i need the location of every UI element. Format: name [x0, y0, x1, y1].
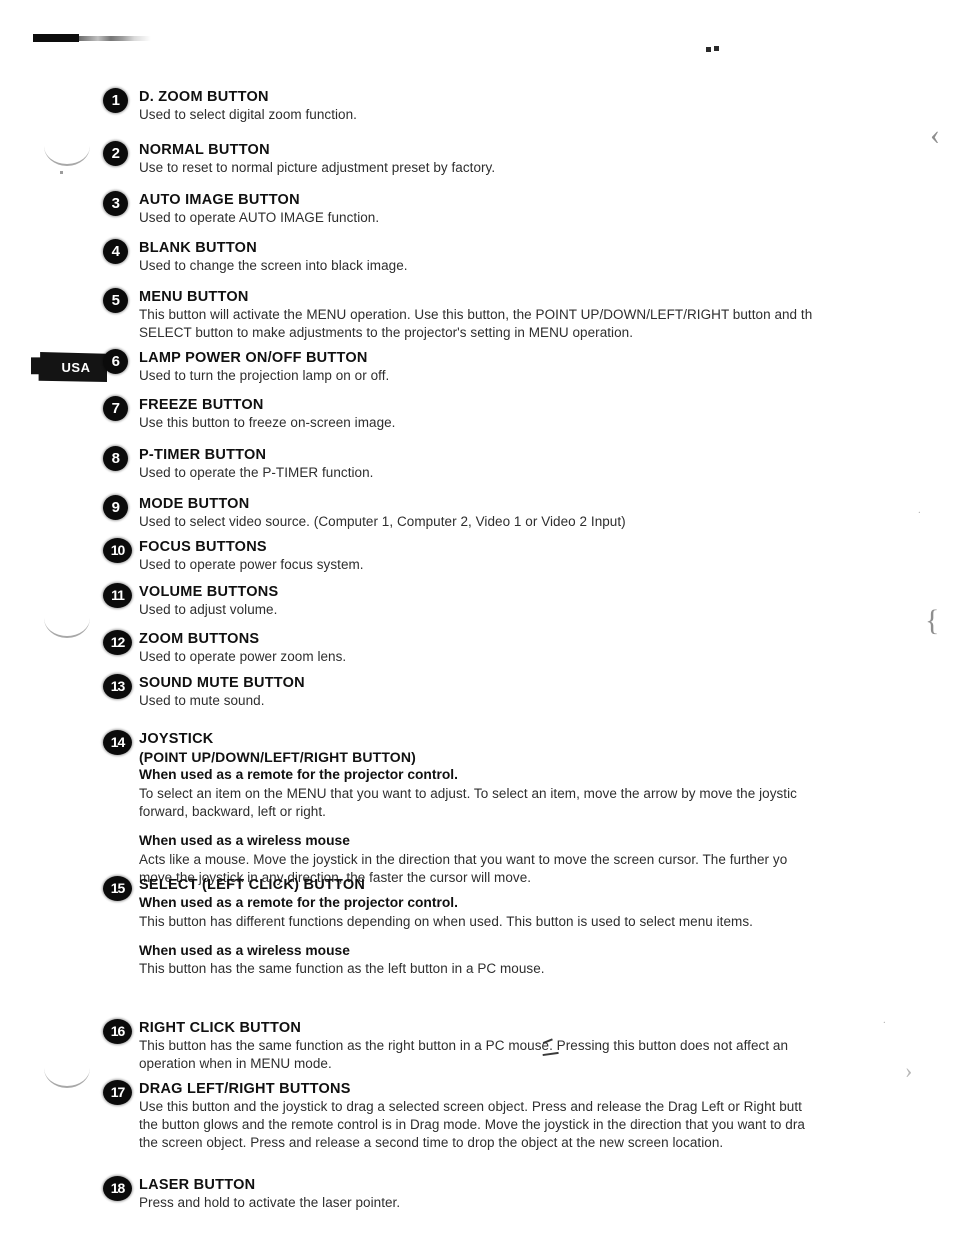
- list-item-15: 15 SELECT (LEFT CLICK) BUTTON When used …: [103, 876, 954, 979]
- item-title-5: MENU BUTTON: [139, 289, 249, 305]
- item-title-7: FREEZE BUTTON: [139, 397, 264, 413]
- item-title-15: SELECT (LEFT CLICK) BUTTON: [139, 877, 366, 893]
- item-desc-16-line-1: This button has the same function as the…: [139, 1038, 789, 1054]
- list-item-12: 12 ZOOM BUTTONS Used to operate power zo…: [103, 630, 954, 666]
- item-desc-18-line-1: Press and hold to activate the laser poi…: [139, 1195, 401, 1211]
- bullet-number-10: 10: [103, 538, 132, 563]
- item-desc-2-line-1: Use to reset to normal picture adjustmen…: [139, 160, 496, 176]
- list-item-9: 9 MODE BUTTON Used to select video sourc…: [103, 495, 954, 531]
- item-title-12: ZOOM BUTTONS: [139, 631, 260, 647]
- bullet-number-15: 15: [103, 876, 132, 901]
- item-desc-17-line-2: the button glows and the remote control …: [139, 1117, 805, 1133]
- bullet-number-13: 13: [103, 674, 132, 699]
- list-item-5: 5 MENU BUTTON This button will activate …: [103, 288, 954, 342]
- list-item-11: 11 VOLUME BUTTONS Used to adjust volume.: [103, 583, 954, 619]
- list-item-10: 10 FOCUS BUTTONS Used to operate power f…: [103, 538, 954, 574]
- item-desc-3-line-1: Used to operate AUTO IMAGE function.: [139, 210, 380, 226]
- item-desc-13-line-1: Used to mute sound.: [139, 693, 265, 709]
- usa-region-stamp: USA: [31, 352, 107, 382]
- item-14-block-1-line-1: To select an item on the MENU that you w…: [139, 785, 797, 801]
- item-desc-5-line-1: This button will activate the MENU opera…: [139, 307, 813, 323]
- item-15-block-1-line-1: This button has different functions depe…: [139, 913, 753, 929]
- item-title-11: VOLUME BUTTONS: [139, 584, 279, 600]
- bullet-number-12: 12: [103, 630, 132, 655]
- item-title-13: SOUND MUTE BUTTON: [139, 675, 305, 691]
- item-14-block-1-line-2: forward, backward, left or right.: [139, 804, 326, 820]
- item-title-14: JOYSTICK: [139, 731, 214, 747]
- item-15-block-2-heading: When used as a wireless mouse: [139, 942, 350, 958]
- item-title-18: LASER BUTTON: [139, 1177, 256, 1193]
- item-desc-1-line-1: Used to select digital zoom function.: [139, 107, 357, 123]
- item-title-1: D. ZOOM BUTTON: [139, 89, 269, 105]
- list-item-6: 6 LAMP POWER ON/OFF BUTTON Used to turn …: [103, 349, 954, 385]
- list-item-7: 7 FREEZE BUTTON Use this button to freez…: [103, 396, 954, 432]
- bullet-number-1: 1: [103, 88, 128, 113]
- item-desc-16-line-2: operation when in MENU mode.: [139, 1056, 332, 1072]
- item-14-block-2-line-1: Acts like a mouse. Move the joystick in …: [139, 851, 788, 867]
- margin-arc-mark-1: [44, 146, 90, 166]
- scan-streak-artifact-dark: [33, 34, 79, 42]
- item-title-8: P-TIMER BUTTON: [139, 447, 267, 463]
- bullet-number-18: 18: [103, 1176, 132, 1201]
- list-item-14: 14 JOYSTICK (POINT UP/DOWN/LEFT/RIGHT BU…: [103, 730, 954, 887]
- list-item-1: 1 D. ZOOM BUTTON Used to select digital …: [103, 88, 954, 124]
- item-desc-11-line-1: Used to adjust volume.: [139, 602, 278, 618]
- item-15-block-1-heading: When used as a remote for the projector …: [139, 895, 458, 911]
- usa-region-stamp-label: USA: [61, 359, 91, 375]
- item-14-block-1-heading: When used as a remote for the projector …: [139, 767, 458, 783]
- item-desc-9-line-1: Used to select video source. (Computer 1…: [139, 514, 626, 530]
- item-title-10: FOCUS BUTTONS: [139, 539, 267, 555]
- item-desc-17-line-1: Use this button and the joystick to drag…: [139, 1099, 802, 1115]
- item-subtitle-14: (POINT UP/DOWN/LEFT/RIGHT BUTTON): [139, 749, 416, 766]
- item-desc-12-line-1: Used to operate power zoom lens.: [139, 649, 347, 665]
- bullet-number-14: 14: [103, 730, 132, 755]
- item-desc-10-line-1: Used to operate power focus system.: [139, 557, 364, 573]
- list-item-4: 4 BLANK BUTTON Used to change the screen…: [103, 239, 954, 275]
- list-item-18: 18 LASER BUTTON Press and hold to activa…: [103, 1176, 954, 1212]
- item-title-17: DRAG LEFT/RIGHT BUTTONS: [139, 1081, 351, 1097]
- item-desc-6-line-1: Used to turn the projection lamp on or o…: [139, 368, 390, 384]
- bullet-number-4: 4: [103, 239, 128, 264]
- item-desc-7-line-1: Use this button to freeze on-screen imag…: [139, 415, 396, 431]
- document-page: ‹ { › . . USA 1 D. ZOOM BUTTON Used to s…: [0, 0, 954, 1235]
- bullet-number-6: 6: [103, 349, 128, 374]
- margin-arc-mark-2: [44, 618, 90, 638]
- scan-speck-2: [714, 46, 719, 51]
- bullet-number-9: 9: [103, 495, 128, 520]
- list-item-8: 8 P-TIMER BUTTON Used to operate the P-T…: [103, 446, 954, 482]
- item-15-block-2-line-1: This button has the same function as the…: [139, 961, 545, 977]
- bullet-number-7: 7: [103, 396, 128, 421]
- item-title-6: LAMP POWER ON/OFF BUTTON: [139, 350, 368, 366]
- scan-speck-3: [60, 171, 63, 174]
- item-desc-5-line-2: SELECT button to make adjustments to the…: [139, 325, 634, 341]
- margin-arc-mark-3: [44, 1068, 90, 1088]
- item-14-block-2-heading: When used as a wireless mouse: [139, 833, 350, 849]
- item-title-4: BLANK BUTTON: [139, 240, 257, 256]
- bullet-number-3: 3: [103, 191, 128, 216]
- item-desc-4-line-1: Used to change the screen into black ima…: [139, 258, 408, 274]
- list-item-2: 2 NORMAL BUTTON Use to reset to normal p…: [103, 141, 954, 177]
- list-item-17: 17 DRAG LEFT/RIGHT BUTTONS Use this butt…: [103, 1080, 954, 1152]
- item-desc-8-line-1: Used to operate the P-TIMER function.: [139, 465, 374, 481]
- bullet-number-2: 2: [103, 141, 128, 166]
- item-title-3: AUTO IMAGE BUTTON: [139, 192, 300, 208]
- list-item-16: 16 RIGHT CLICK BUTTON This button has th…: [103, 1019, 954, 1073]
- scan-speck-1: [706, 47, 711, 52]
- bullet-number-17: 17: [103, 1080, 132, 1105]
- item-title-2: NORMAL BUTTON: [139, 142, 270, 158]
- bullet-number-11: 11: [103, 583, 132, 608]
- item-title-16: RIGHT CLICK BUTTON: [139, 1020, 302, 1036]
- item-desc-17-line-3: the screen object. Press and release a s…: [139, 1135, 724, 1151]
- bullet-number-5: 5: [103, 288, 128, 313]
- list-item-3: 3 AUTO IMAGE BUTTON Used to operate AUTO…: [103, 191, 954, 227]
- item-title-9: MODE BUTTON: [139, 496, 250, 512]
- bullet-number-8: 8: [103, 446, 128, 471]
- bullet-number-16: 16: [103, 1019, 132, 1044]
- list-item-13: 13 SOUND MUTE BUTTON Used to mute sound.: [103, 674, 954, 710]
